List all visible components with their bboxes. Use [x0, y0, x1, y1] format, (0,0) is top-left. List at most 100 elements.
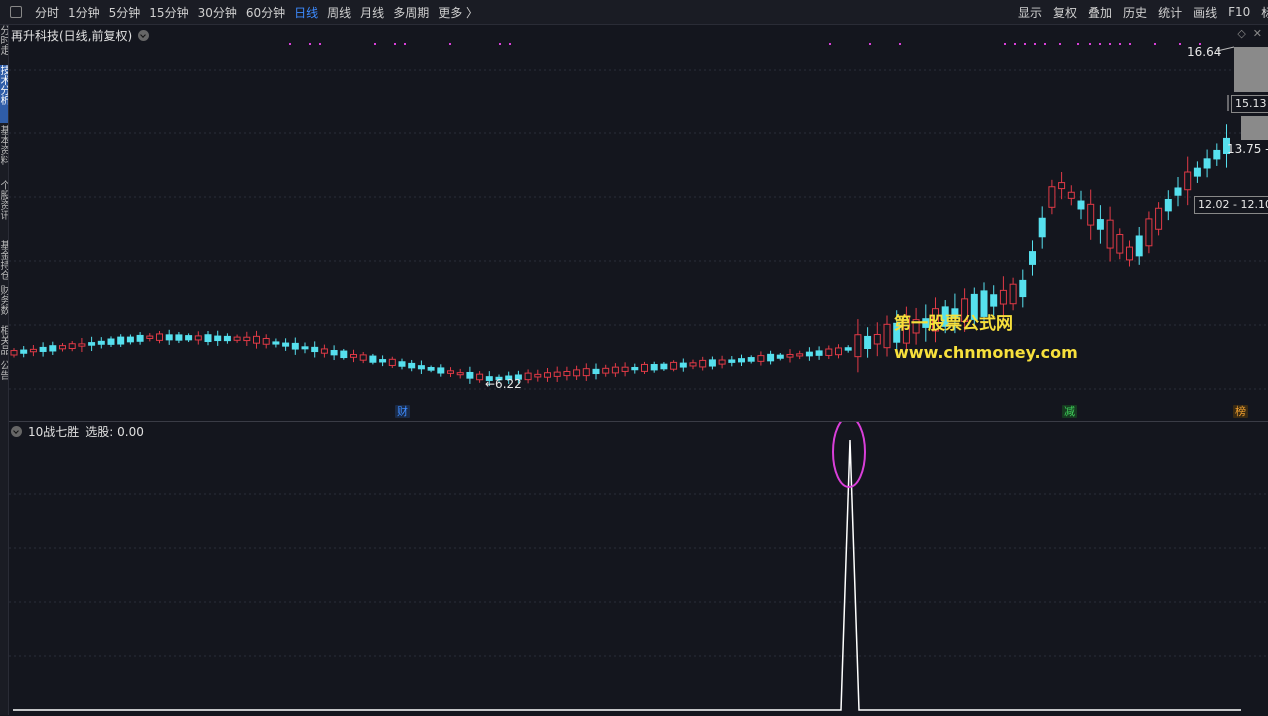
signal-dot: [394, 43, 396, 45]
candle-body: [854, 334, 862, 358]
kline-chart[interactable]: [9, 25, 1268, 421]
pane-control-icons: ◇ ✕: [1237, 27, 1262, 40]
candle-body: [1048, 186, 1056, 208]
period-tab-4[interactable]: 30分钟: [198, 4, 237, 21]
candle-body: [1174, 187, 1182, 196]
candle-body: [427, 367, 435, 371]
tool-tab-6[interactable]: F10: [1228, 5, 1250, 19]
candle-body: [204, 334, 212, 343]
candle-body: [1087, 203, 1095, 226]
period-tab-9[interactable]: 多周期: [393, 4, 429, 21]
watermark-title: 第一股票公式网: [894, 314, 1013, 334]
period-tab-6[interactable]: 日线: [294, 4, 318, 21]
price-zone-block-lower: [1241, 116, 1268, 140]
side-tab-1[interactable]: 技术分析: [0, 65, 8, 123]
candle-body: [1009, 283, 1017, 305]
candle-body: [611, 366, 619, 374]
candle-body: [699, 359, 707, 368]
title-dropdown-icon[interactable]: [138, 30, 150, 41]
candle-body: [883, 323, 891, 349]
period-tab-5[interactable]: 60分钟: [246, 4, 285, 21]
side-tab-2[interactable]: 基本资料: [0, 125, 8, 178]
candle-body: [1145, 218, 1153, 247]
indicator-pane[interactable]: 10战七胜 选股: 0.00: [9, 421, 1268, 716]
tool-tab-0[interactable]: 显示: [1018, 4, 1042, 21]
candle-body: [350, 354, 357, 358]
tool-tab-5[interactable]: 画线: [1193, 4, 1217, 21]
signal-dot: [374, 43, 376, 45]
candle-body: [757, 355, 765, 362]
candle-body: [864, 335, 872, 350]
candle-body: [844, 347, 852, 351]
price-marker-3: 12.02 - 12.10: [1194, 196, 1268, 214]
period-high-label: 16.64: [1187, 45, 1222, 59]
period-tab-1[interactable]: 1分钟: [68, 4, 100, 21]
candle-body: [1019, 279, 1027, 298]
candle-body: [679, 362, 687, 368]
candle-body: [1038, 217, 1046, 238]
candle-body: [10, 350, 18, 356]
signal-dot: [1004, 43, 1006, 45]
signal-dot: [899, 43, 901, 45]
side-tab-5[interactable]: 财务数据: [0, 285, 8, 323]
candle-body: [330, 350, 338, 356]
diamond-icon[interactable]: ◇: [1237, 27, 1245, 40]
candle-body: [805, 351, 813, 357]
candle-body: [1135, 235, 1143, 257]
event-badge-reduction[interactable]: 减: [1062, 405, 1077, 418]
side-tab-3[interactable]: 个股资讯: [0, 180, 8, 238]
candle-body: [1126, 246, 1133, 261]
candle-body: [185, 335, 193, 341]
period-tab-0[interactable]: 分时: [35, 4, 59, 21]
side-tab-0[interactable]: 分时走势: [0, 25, 8, 63]
signal-dot: [869, 43, 871, 45]
candle-body: [670, 361, 678, 370]
indicator-dropdown-icon[interactable]: [11, 426, 22, 437]
tool-tab-2[interactable]: 叠加: [1088, 4, 1112, 21]
candle-body: [796, 353, 804, 357]
period-tab-7[interactable]: 周线: [327, 4, 351, 21]
candle-body: [1116, 234, 1124, 254]
kline-pane[interactable]: 再升科技(日线,前复权) ◇ ✕ 第一股票公式网 www.chnmoney.co…: [9, 25, 1268, 421]
tool-tab-3[interactable]: 历史: [1123, 4, 1147, 21]
candle-body: [214, 335, 222, 342]
side-tab-4[interactable]: 基金持仓: [0, 240, 8, 283]
signal-dot: [404, 43, 406, 45]
indicator-chart[interactable]: [9, 422, 1268, 716]
candle-body: [1106, 219, 1114, 249]
candle-body: [592, 368, 600, 375]
candle-body: [233, 336, 241, 341]
period-tab-3[interactable]: 15分钟: [149, 4, 188, 21]
tool-tab-1[interactable]: 复权: [1053, 4, 1077, 21]
tool-tab-4[interactable]: 统计: [1158, 4, 1182, 21]
indicator-title-row: 10战七胜 选股: 0.00: [11, 423, 144, 440]
candle-body: [1155, 207, 1163, 230]
event-badge-finance[interactable]: 财: [395, 405, 410, 418]
period-tab-2[interactable]: 5分钟: [109, 4, 141, 21]
event-badge-ranking[interactable]: 榜: [1233, 405, 1248, 418]
period-tab-10[interactable]: 更多 〉: [438, 4, 478, 21]
candle-body: [738, 358, 745, 363]
candle-body: [243, 336, 251, 342]
period-tabs: 分时 1分钟 5分钟 15分钟 30分钟 60分钟 日线 周线 月线 多周期 更多 〉: [35, 0, 487, 24]
candle-body: [825, 348, 833, 356]
candle-body: [582, 368, 590, 377]
candle-body: [272, 341, 280, 345]
candle-body: [320, 348, 328, 354]
candle-body: [1203, 158, 1211, 169]
layout-toggle-icon[interactable]: [10, 6, 22, 18]
signal-dot: [1099, 43, 1101, 45]
close-icon[interactable]: ✕: [1253, 27, 1262, 40]
candle-body: [175, 334, 183, 341]
tool-tab-7[interactable]: 标: [1261, 4, 1268, 21]
signal-dot: [1077, 43, 1079, 45]
period-tab-8[interactable]: 月线: [360, 4, 384, 21]
side-tab-7[interactable]: 公告: [0, 360, 8, 383]
side-tab-6[interactable]: 相关品种: [0, 325, 8, 358]
candle-body: [447, 370, 454, 374]
candle-body: [78, 343, 86, 347]
candle-body: [534, 373, 542, 378]
candle-body: [29, 348, 37, 353]
candle-body: [573, 369, 581, 377]
candle-body: [776, 354, 784, 359]
